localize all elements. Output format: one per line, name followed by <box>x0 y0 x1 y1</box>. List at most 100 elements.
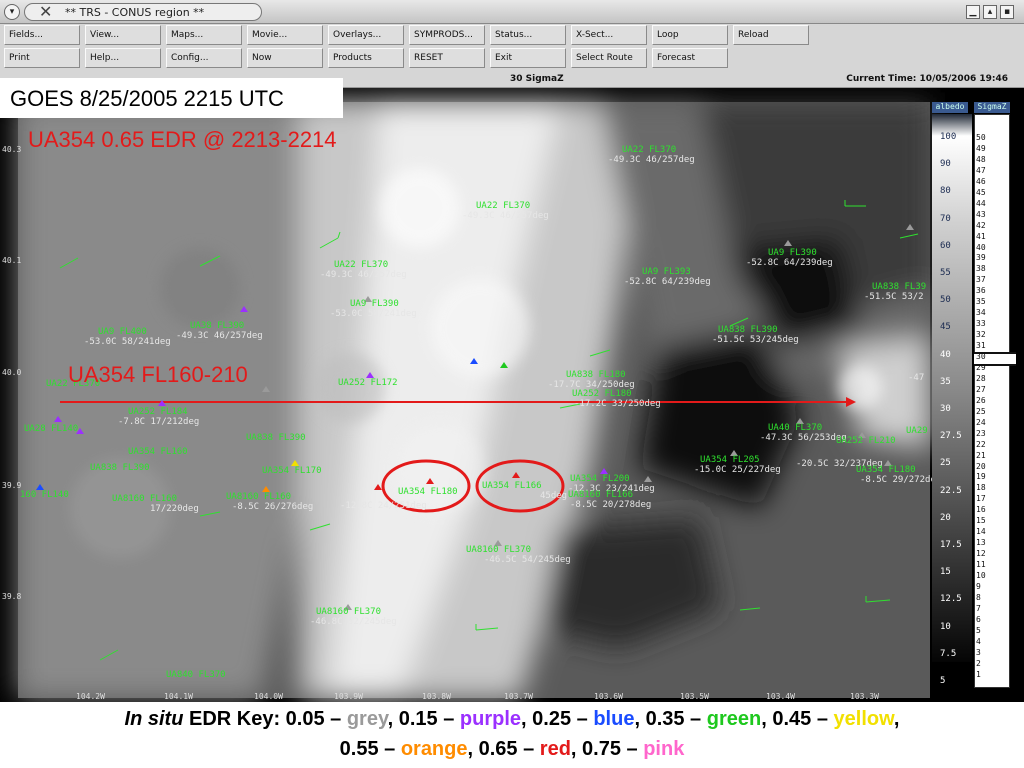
flight-label: UA838 FL180 <box>566 370 626 380</box>
maximize-button[interactable]: ▴ <box>983 5 997 19</box>
flight-label: UA9 FL390 <box>350 299 399 309</box>
flight-label: UA252 FL172 <box>338 378 398 388</box>
sigmaz-tick-label: 47 <box>976 165 986 175</box>
reload-button[interactable]: Reload <box>733 25 809 45</box>
sigmaz-tick-label: 37 <box>976 275 986 285</box>
sigmaz-tick-label: 27 <box>976 384 986 394</box>
toolbar: Fields... View... Maps... Movie... Overl… <box>0 24 1024 72</box>
close-icon[interactable]: ✕ <box>39 2 52 21</box>
sigmaz-tick-label: 16 <box>976 505 986 515</box>
edr-key: In situ EDR Key: 0.05 – grey, 0.15 – pur… <box>0 704 1024 768</box>
window-titlebar: ▾ ✕ ** TRS - CONUS region ** ▁ ▴ ▪ <box>0 0 1024 24</box>
minimize-button[interactable]: ▁ <box>966 5 980 19</box>
sigmaz-tick-label: 4 <box>976 636 981 646</box>
edr-key-value: 0.15 – <box>398 708 460 730</box>
loop-button[interactable]: Loop <box>652 25 728 45</box>
reset-button[interactable]: RESET <box>409 48 485 68</box>
map-viewer[interactable]: UA22 FL370 -49.3C 46/257deg UA22 FL370 -… <box>0 88 1024 702</box>
sigmaz-tick-label: 8 <box>976 592 981 602</box>
edr-key-value: 0.05 – <box>285 708 347 730</box>
lon-label: 104.0W <box>254 692 283 701</box>
flight-detail: -53.0C 58/241deg <box>84 337 171 347</box>
sigmaz-tick-label: 19 <box>976 472 986 482</box>
sigmaz-tick-label: 28 <box>976 373 986 383</box>
albedo-tick-label: 70 <box>940 213 951 224</box>
sigmaz-tick-label: 12 <box>976 549 986 559</box>
lon-label: 104.2W <box>76 692 105 701</box>
satellite-map <box>18 102 930 698</box>
overlays-button[interactable]: Overlays... <box>328 25 404 45</box>
sigmaz-tick-label: 30 <box>976 352 986 361</box>
flight-label: UA38 FL390 <box>190 321 245 331</box>
window-title-pill: ✕ ** TRS - CONUS region ** <box>24 2 262 21</box>
lon-label: 103.3W <box>850 692 879 701</box>
sigmaz-tick-label: 49 <box>976 143 986 153</box>
help-button[interactable]: Help... <box>85 48 161 68</box>
fields-button[interactable]: Fields... <box>4 25 80 45</box>
close-button[interactable]: ▪ <box>1000 5 1014 19</box>
lon-label: 103.9W <box>334 692 363 701</box>
sigmaz-tick-label: 50 <box>976 133 986 142</box>
edr-key-color-name: red <box>539 738 571 760</box>
flight-detail: -8.5C 20/278deg <box>570 500 652 510</box>
sigmaz-tick-label: 5 <box>976 625 981 635</box>
view-button[interactable]: View... <box>85 25 161 45</box>
sigmaz-tick-label: 14 <box>976 527 986 537</box>
flight-label: 160 FL140 <box>20 490 69 500</box>
flight-label: UA9 FL393 <box>642 267 691 277</box>
flight-detail: -47 <box>908 373 925 383</box>
flight-label: UA40 FL370 <box>768 423 823 433</box>
flight-label: UA354 FL160 <box>128 447 188 457</box>
albedo-tick-label: 7.5 <box>940 648 957 659</box>
edr-key-line-1: In situ EDR Key: 0.05 – grey, 0.15 – pur… <box>124 708 900 730</box>
forecast-button[interactable]: Forecast <box>652 48 728 68</box>
flight-label: UA22 FL370 <box>476 201 531 211</box>
flight-detail: -52.8C 64/239deg <box>746 258 833 268</box>
edr-key-line-2: 0.55 – orange, 0.65 – red, 0.75 – pink <box>339 738 685 760</box>
edr-event-label: UA354 0.65 EDR @ 2213-2214 <box>28 127 337 152</box>
sigmaz-tick-label: 32 <box>976 330 986 340</box>
sigmaz-tick-label: 43 <box>976 209 986 219</box>
symprods-button[interactable]: SYMPRODS... <box>409 25 485 45</box>
sigmaz-tick-label: 41 <box>976 231 986 241</box>
sigmaz-tick-label: 7 <box>976 603 981 613</box>
print-button[interactable]: Print <box>4 48 80 68</box>
flight-label: UA22 FL370 <box>334 260 389 270</box>
flight-detail: -8.5C 29/272deg <box>860 475 942 485</box>
x-sect-button[interactable]: X-Sect... <box>571 25 647 45</box>
flight-label: UA840 FL370 <box>166 670 226 680</box>
sigmaz-tick-label: 40 <box>976 242 986 252</box>
edr-key-lead: EDR Key: <box>183 708 286 730</box>
now-button[interactable]: Now <box>247 48 323 68</box>
flight-label: UA252 FL184 <box>128 407 188 417</box>
flight-label: UA8160 FL160 <box>112 494 178 504</box>
config-button[interactable]: Config... <box>166 48 242 68</box>
select-route-button[interactable]: Select Route <box>571 48 647 68</box>
flight-label: UA22 FL370 <box>622 145 677 155</box>
albedo-tick-label: 45 <box>940 322 951 333</box>
flight-label: UA9 FL400 <box>98 327 147 337</box>
albedo-tick-label: 60 <box>940 240 951 251</box>
flight-label: UA28 FL140 <box>24 424 79 434</box>
flight-detail: -53.0C 58/241deg <box>330 309 417 319</box>
lat-label: 40.3 <box>2 145 22 154</box>
window-menu-button[interactable]: ▾ <box>4 4 20 20</box>
sigmaz-tick-label: 36 <box>976 286 986 296</box>
albedo-tick-label: 35 <box>940 376 951 387</box>
exit-button[interactable]: Exit <box>490 48 566 68</box>
lon-label: 103.5W <box>680 692 709 701</box>
status-button[interactable]: Status... <box>490 25 566 45</box>
lat-label: 39.8 <box>2 592 22 601</box>
flight-label: UA354 FL205 <box>700 455 760 465</box>
movie-button[interactable]: Movie... <box>247 25 323 45</box>
flight-detail: -51.5C 53/245deg <box>712 335 799 345</box>
albedo-scale-title: albedo <box>932 102 968 113</box>
sigmaz-tick-label: 42 <box>976 220 986 230</box>
sigmaz-tick-label: 31 <box>976 341 986 351</box>
flight-label: UA838 FL390 <box>90 463 150 473</box>
albedo-tick-label: 20 <box>940 512 951 523</box>
products-button[interactable]: Products <box>328 48 404 68</box>
flight-label: UA838 FL39 <box>872 282 927 292</box>
maps-button[interactable]: Maps... <box>166 25 242 45</box>
flight-label: UA8160 FL166 <box>568 490 634 500</box>
